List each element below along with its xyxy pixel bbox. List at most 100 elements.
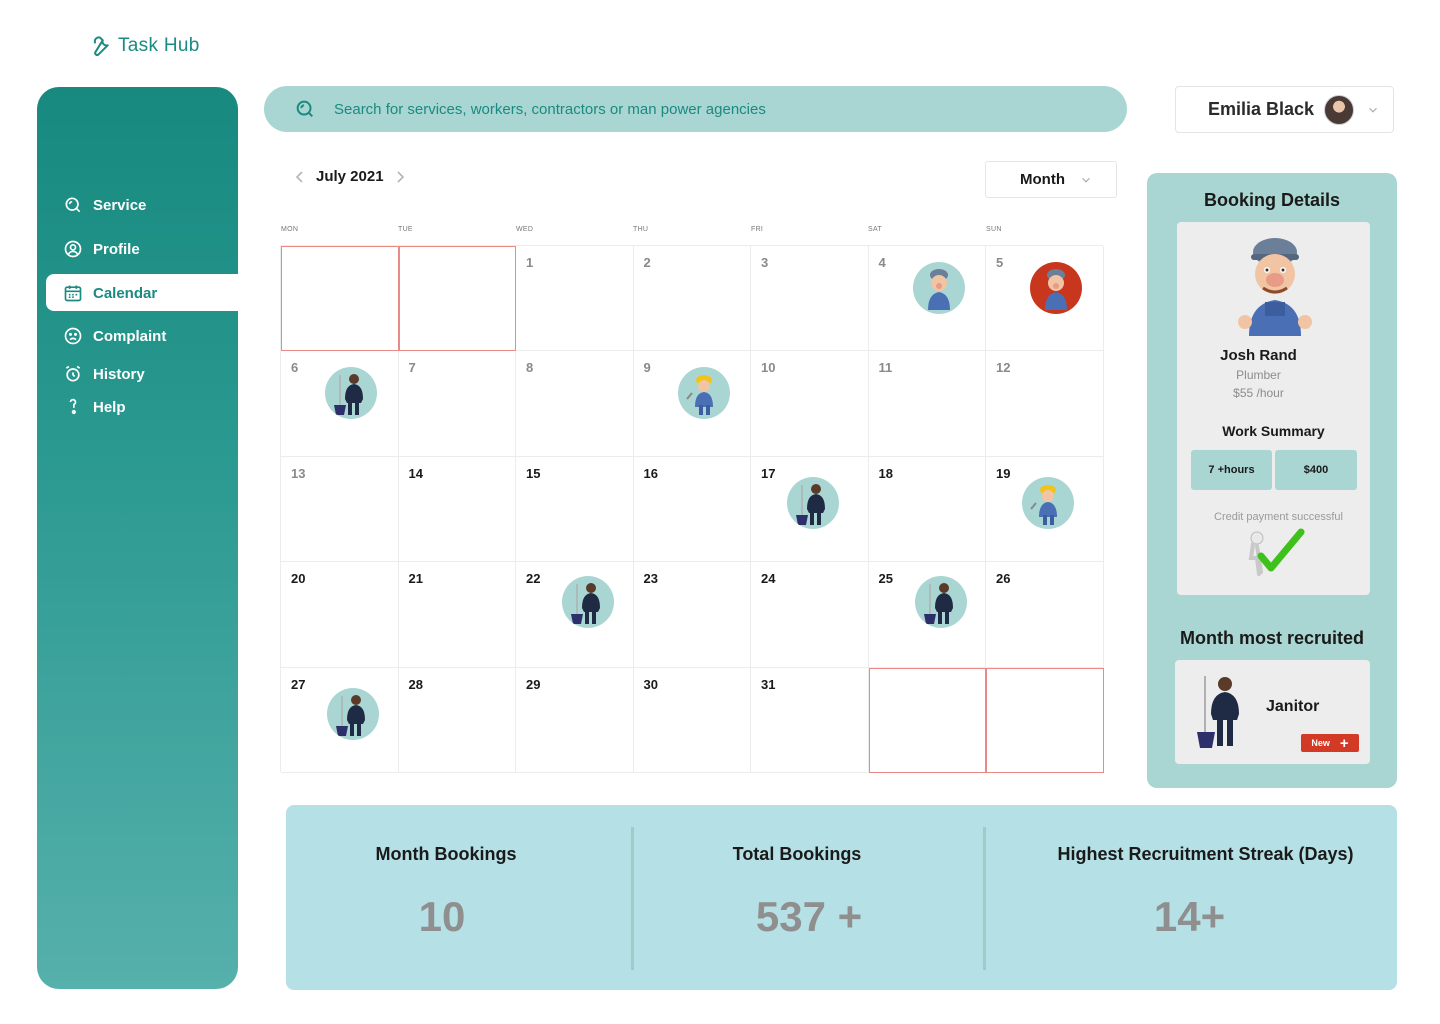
stat-recruitment-streak: Highest Recruitment Streak (Days) 14+ (986, 805, 1397, 990)
sidebar-item-history[interactable]: History (63, 364, 145, 384)
search-icon[interactable] (294, 98, 316, 120)
calendar-cell-empty[interactable] (281, 246, 399, 352)
plumber-booking-avatar[interactable] (1030, 262, 1082, 314)
electrician-booking-avatar[interactable] (677, 367, 730, 420)
amount-box: $400 (1275, 450, 1357, 490)
calendar-day-5[interactable]: 5 (986, 246, 1104, 352)
stat-value: 14+ (1153, 893, 1226, 940)
janitor-booking-avatar[interactable] (325, 367, 377, 420)
chevron-left-icon[interactable] (294, 170, 306, 184)
sidebar-item-profile[interactable]: Profile (63, 239, 140, 259)
day-number: 26 (996, 571, 1011, 587)
calendar-day-13[interactable]: 13 (281, 456, 399, 563)
weekday-label: SUN (986, 226, 1002, 233)
day-number: 19 (996, 465, 1011, 481)
calendar-day-11[interactable]: 11 (868, 351, 986, 457)
calendar-day-22[interactable]: 22 (516, 562, 634, 668)
calendar-day-2[interactable]: 2 (633, 246, 751, 352)
janitor-booking-avatar[interactable] (562, 576, 614, 629)
calendar-day-25[interactable]: 25 (868, 562, 986, 668)
user-menu[interactable]: Emilia Black (1175, 86, 1394, 133)
help-icon (69, 398, 77, 415)
day-number: 28 (408, 676, 423, 692)
day-number: 31 (761, 676, 776, 692)
stat-value: 10 (418, 893, 466, 940)
wrench-icon (93, 36, 109, 56)
day-number: 16 (643, 465, 658, 481)
calendar-day-18[interactable]: 18 (868, 456, 986, 563)
worker-role: Plumber (1236, 368, 1281, 382)
app-logo[interactable]: Task Hub (88, 34, 200, 58)
calendar-day-7[interactable]: 7 (398, 351, 516, 457)
calendar-day-15[interactable]: 15 (516, 456, 634, 563)
worker-detail-card: Josh Rand Plumber $55 /hour Work Summary… (1177, 222, 1370, 595)
calendar-day-16[interactable]: 16 (633, 456, 751, 563)
calendar-day-24[interactable]: 24 (751, 562, 869, 668)
calendar-day-9[interactable]: 9 (633, 351, 751, 457)
calendar-day-17[interactable]: 17 (751, 456, 869, 563)
stat-value: 537 + (755, 893, 863, 940)
sidebar-item-label: Service (93, 196, 147, 214)
weekday-label: FRI (751, 226, 764, 233)
calendar-cell-empty[interactable] (986, 667, 1104, 773)
stat-label: Month Bookings (375, 844, 517, 864)
search-input[interactable] (334, 100, 1034, 118)
calendar-day-8[interactable]: 8 (516, 351, 634, 457)
calendar-day-6[interactable]: 6 (281, 351, 399, 457)
weekday-label: WED (516, 226, 534, 233)
calendar-day-3[interactable]: 3 (751, 246, 869, 352)
sidebar-item-help[interactable]: Help (63, 397, 126, 417)
calendar-day-1[interactable]: 1 (516, 246, 634, 352)
view-select[interactable]: Month (985, 161, 1117, 198)
electrician-booking-avatar[interactable] (1022, 476, 1074, 529)
sidebar-item-label: History (93, 365, 145, 383)
calendar-day-28[interactable]: 28 (398, 667, 516, 773)
day-number: 30 (643, 676, 658, 692)
calendar-cell-empty[interactable] (868, 667, 986, 773)
calendar-month-nav: July 2021 (294, 168, 406, 185)
calendar-day-21[interactable]: 21 (398, 562, 516, 668)
calendar-day-10[interactable]: 10 (751, 351, 869, 457)
user-circle-icon (64, 240, 82, 258)
chevron-right-icon[interactable] (394, 170, 406, 184)
sidebar-item-calendar[interactable]: Calendar (63, 283, 157, 303)
view-select-value: Month (1020, 171, 1065, 188)
day-number: 13 (291, 465, 306, 481)
calendar-grid: 1 2 3 4 5 6 7 8 9 10 11 12 13 14 15 16 17 18 19 20 21 22 23 24 2… (280, 245, 1104, 773)
day-number: 5 (996, 255, 1004, 270)
day-number: 11 (878, 360, 893, 376)
calendar-day-19[interactable]: 19 (986, 456, 1104, 563)
calendar-day-26[interactable]: 26 (986, 562, 1104, 668)
janitor-booking-avatar[interactable] (787, 476, 839, 529)
sidebar-item-service[interactable]: Service (63, 195, 146, 215)
calendar-day-31[interactable]: 31 (751, 667, 869, 773)
calendar-day-20[interactable]: 20 (281, 562, 399, 668)
calendar-day-29[interactable]: 29 (516, 667, 634, 773)
calendar-day-12[interactable]: 12 (986, 351, 1104, 457)
day-number: 10 (761, 360, 776, 376)
booking-details-panel: Booking Details Josh Rand Plumber $55 /h… (1147, 173, 1397, 788)
calendar-day-4[interactable]: 4 (868, 246, 986, 352)
new-booking-button[interactable]: New + (1301, 734, 1359, 752)
sidebar-item-label: Help (93, 398, 126, 416)
calendar-day-23[interactable]: 23 (633, 562, 751, 668)
calendar-icon (64, 285, 82, 302)
day-number: 12 (996, 360, 1011, 376)
day-number: 4 (878, 255, 886, 270)
janitor-booking-avatar[interactable] (327, 687, 379, 740)
weekday-label: TUE (398, 226, 413, 233)
janitor-avatar (1197, 676, 1239, 748)
day-number: 15 (526, 465, 541, 481)
calendar-day-14[interactable]: 14 (398, 456, 516, 563)
user-name: Emilia Black (1208, 99, 1315, 119)
day-number: 29 (526, 676, 541, 692)
janitor-booking-avatar[interactable] (914, 576, 967, 629)
sidebar-item-complaint[interactable]: Complaint (63, 326, 166, 346)
day-number: 14 (408, 465, 423, 481)
plumber-booking-avatar[interactable] (912, 262, 965, 314)
search-icon (65, 197, 81, 213)
calendar-day-27[interactable]: 27 (281, 667, 399, 773)
chevron-down-icon (1082, 177, 1090, 183)
calendar-cell-empty[interactable] (398, 246, 516, 352)
calendar-day-30[interactable]: 30 (633, 667, 751, 773)
